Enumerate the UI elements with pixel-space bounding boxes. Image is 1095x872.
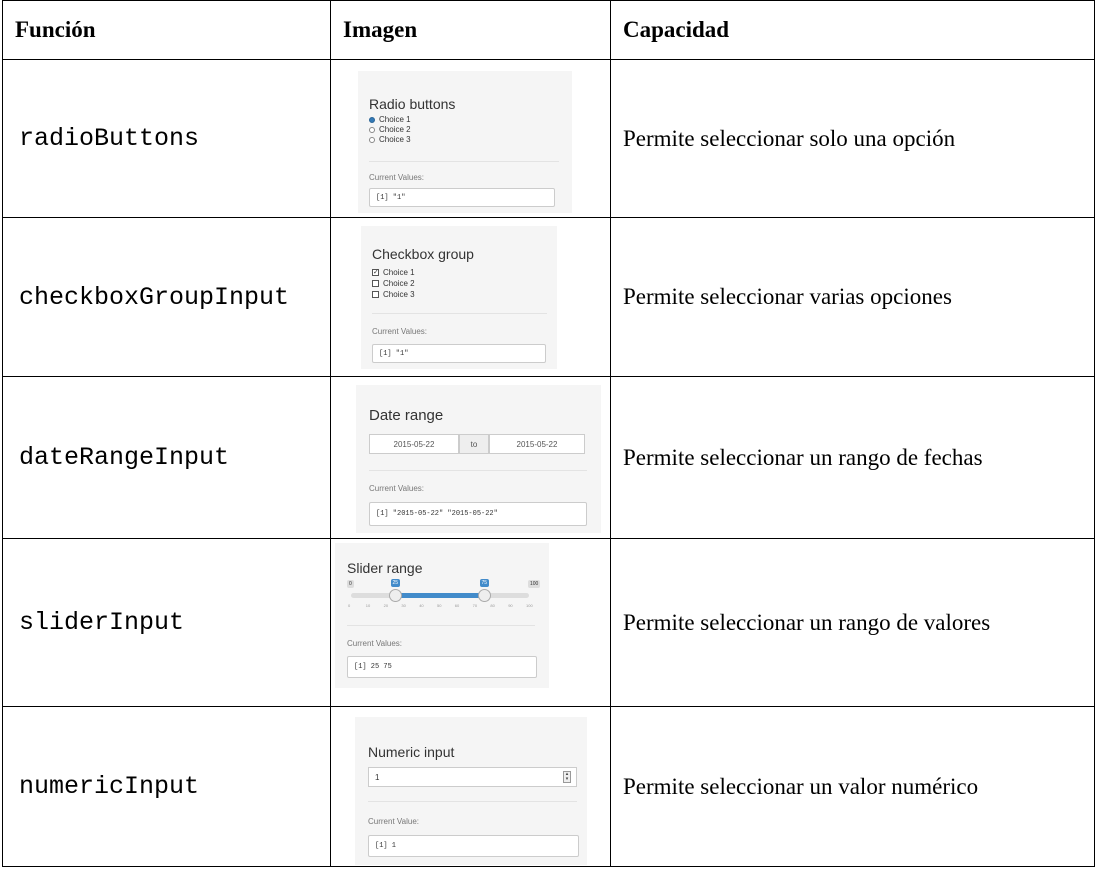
table-row: dateRangeInput Date range 2015-05-22 to … xyxy=(2,376,1095,539)
slider-high-handle[interactable] xyxy=(478,589,491,602)
slider-panel-title: Slider range xyxy=(347,560,423,576)
slider-tick-label: 70 xyxy=(472,603,478,608)
image-cell: Slider range 0 100 25 75 0 10 20 30 40 50 60 70… xyxy=(330,538,611,707)
spinner-icon[interactable]: ▴ ▾ xyxy=(563,771,571,783)
header-capacidad: Capacidad xyxy=(610,0,1095,60)
current-values-output: [1] 25 75 xyxy=(347,656,537,678)
slider-low-handle[interactable] xyxy=(389,589,402,602)
date-panel-title: Date range xyxy=(369,407,444,424)
divider xyxy=(372,313,547,314)
table-row: sliderInput Slider range 0 100 25 75 0 10… xyxy=(2,538,1095,707)
slider-tick-label: 40 xyxy=(419,603,424,608)
slider-tick-label: 80 xyxy=(490,603,495,608)
header-row: Función Imagen Capacidad xyxy=(2,0,1095,60)
numeric-panel: Numeric input 1 ▴ ▾ Current Value: [1] 1 xyxy=(355,717,587,865)
current-values-output: [1] "1" xyxy=(372,344,546,363)
current-values-label: Current Values: xyxy=(369,173,424,182)
checkbox-checked-icon: ✓ xyxy=(372,269,379,276)
current-values-label: Current Values: xyxy=(372,327,427,336)
slider-tick-label: 0 xyxy=(348,603,351,608)
capacity-text: Permite seleccionar solo una opción xyxy=(610,59,1095,218)
slider-max-label: 100 xyxy=(528,580,541,588)
capacity-text: Permite seleccionar un valor numérico xyxy=(610,706,1095,867)
slider-low-value: 25 xyxy=(390,579,401,587)
table-row: numericInput Numeric input 1 ▴ ▾ Current … xyxy=(2,706,1095,867)
function-name: sliderInput xyxy=(2,538,331,707)
checkbox-option[interactable]: Choice 2 xyxy=(372,279,415,288)
function-name: numericInput xyxy=(2,706,331,867)
slider-tick-label: 60 xyxy=(454,603,460,608)
function-name: radioButtons xyxy=(2,59,331,218)
table-row: checkboxGroupInput Checkbox group ✓ Choic… xyxy=(2,217,1095,377)
radio-panel-title: Radio buttons xyxy=(369,96,456,112)
divider xyxy=(368,801,577,802)
image-cell: Radio buttons Choice 1 Choice 2 Choice 3… xyxy=(330,59,611,218)
numeric-input[interactable]: 1 xyxy=(368,767,577,787)
divider xyxy=(369,470,587,471)
current-values-output: [1] "1" xyxy=(369,188,555,207)
slider-high-value: 75 xyxy=(479,579,490,587)
slider-tick-label: 30 xyxy=(401,603,406,608)
radio-unselected-icon xyxy=(369,126,375,133)
date-panel: Date range 2015-05-22 to 2015-05-22 Curr… xyxy=(356,385,601,533)
capacity-text: Permite seleccionar un rango de valores xyxy=(610,538,1095,707)
radio-option[interactable]: Choice 2 xyxy=(369,125,411,134)
radio-option[interactable]: Choice 3 xyxy=(369,135,411,144)
divider xyxy=(347,625,535,626)
radio-panel: Radio buttons Choice 1 Choice 2 Choice 3… xyxy=(358,71,572,213)
slider-tick-label: 100 xyxy=(526,603,533,608)
date-start-input[interactable]: 2015-05-22 xyxy=(369,434,459,454)
slider-panel: Slider range 0 100 25 75 0 10 20 30 40 50 60 70… xyxy=(335,543,549,688)
slider-tick-label: 10 xyxy=(365,603,371,608)
checkbox-option[interactable]: Choice 3 xyxy=(372,290,415,299)
radio-option[interactable]: Choice 1 xyxy=(369,115,411,124)
slider-tick-label: 20 xyxy=(383,603,389,608)
functions-table: Función Imagen Capacidad radioButtons Ra… xyxy=(2,0,1095,867)
slider-range-fill xyxy=(395,593,485,598)
numeric-panel-title: Numeric input xyxy=(368,744,455,760)
date-end-input[interactable]: 2015-05-22 xyxy=(489,434,585,454)
checkbox-panel: Checkbox group ✓ Choice 1 Choice 2 Choice… xyxy=(361,226,557,369)
slider-min-label: 0 xyxy=(347,580,354,588)
function-name: dateRangeInput xyxy=(2,376,331,539)
header-funcion: Función xyxy=(2,0,331,60)
capacity-text: Permite seleccionar varias opciones xyxy=(610,217,1095,377)
image-cell: Date range 2015-05-22 to 2015-05-22 Curr… xyxy=(330,376,611,539)
table-row: radioButtons Radio buttons Choice 1 Choi… xyxy=(2,59,1095,218)
current-values-label: Current Values: xyxy=(369,484,424,493)
checkbox-option[interactable]: ✓ Choice 1 xyxy=(372,268,415,277)
slider-tick-label: 50 xyxy=(437,603,442,608)
checkbox-panel-title: Checkbox group xyxy=(372,246,474,262)
slider-tick-label: 90 xyxy=(508,603,513,608)
current-values-label: Current Values: xyxy=(347,639,402,648)
radio-selected-icon xyxy=(369,116,375,123)
radio-unselected-icon xyxy=(369,136,375,143)
divider xyxy=(369,161,559,162)
current-value-output: [1] 1 xyxy=(368,835,579,857)
header-imagen: Imagen xyxy=(330,0,611,60)
image-cell: Checkbox group ✓ Choice 1 Choice 2 Choice… xyxy=(330,217,611,377)
function-name: checkboxGroupInput xyxy=(2,217,331,377)
date-separator: to xyxy=(459,434,489,454)
checkbox-unchecked-icon xyxy=(372,280,379,287)
current-values-output: [1] "2015-05-22" "2015-05-22" xyxy=(369,502,587,526)
image-cell: Numeric input 1 ▴ ▾ Current Value: [1] 1 xyxy=(330,706,611,867)
checkbox-unchecked-icon xyxy=(372,291,379,298)
capacity-text: Permite seleccionar un rango de fechas xyxy=(610,376,1095,539)
current-value-label: Current Value: xyxy=(368,817,419,826)
